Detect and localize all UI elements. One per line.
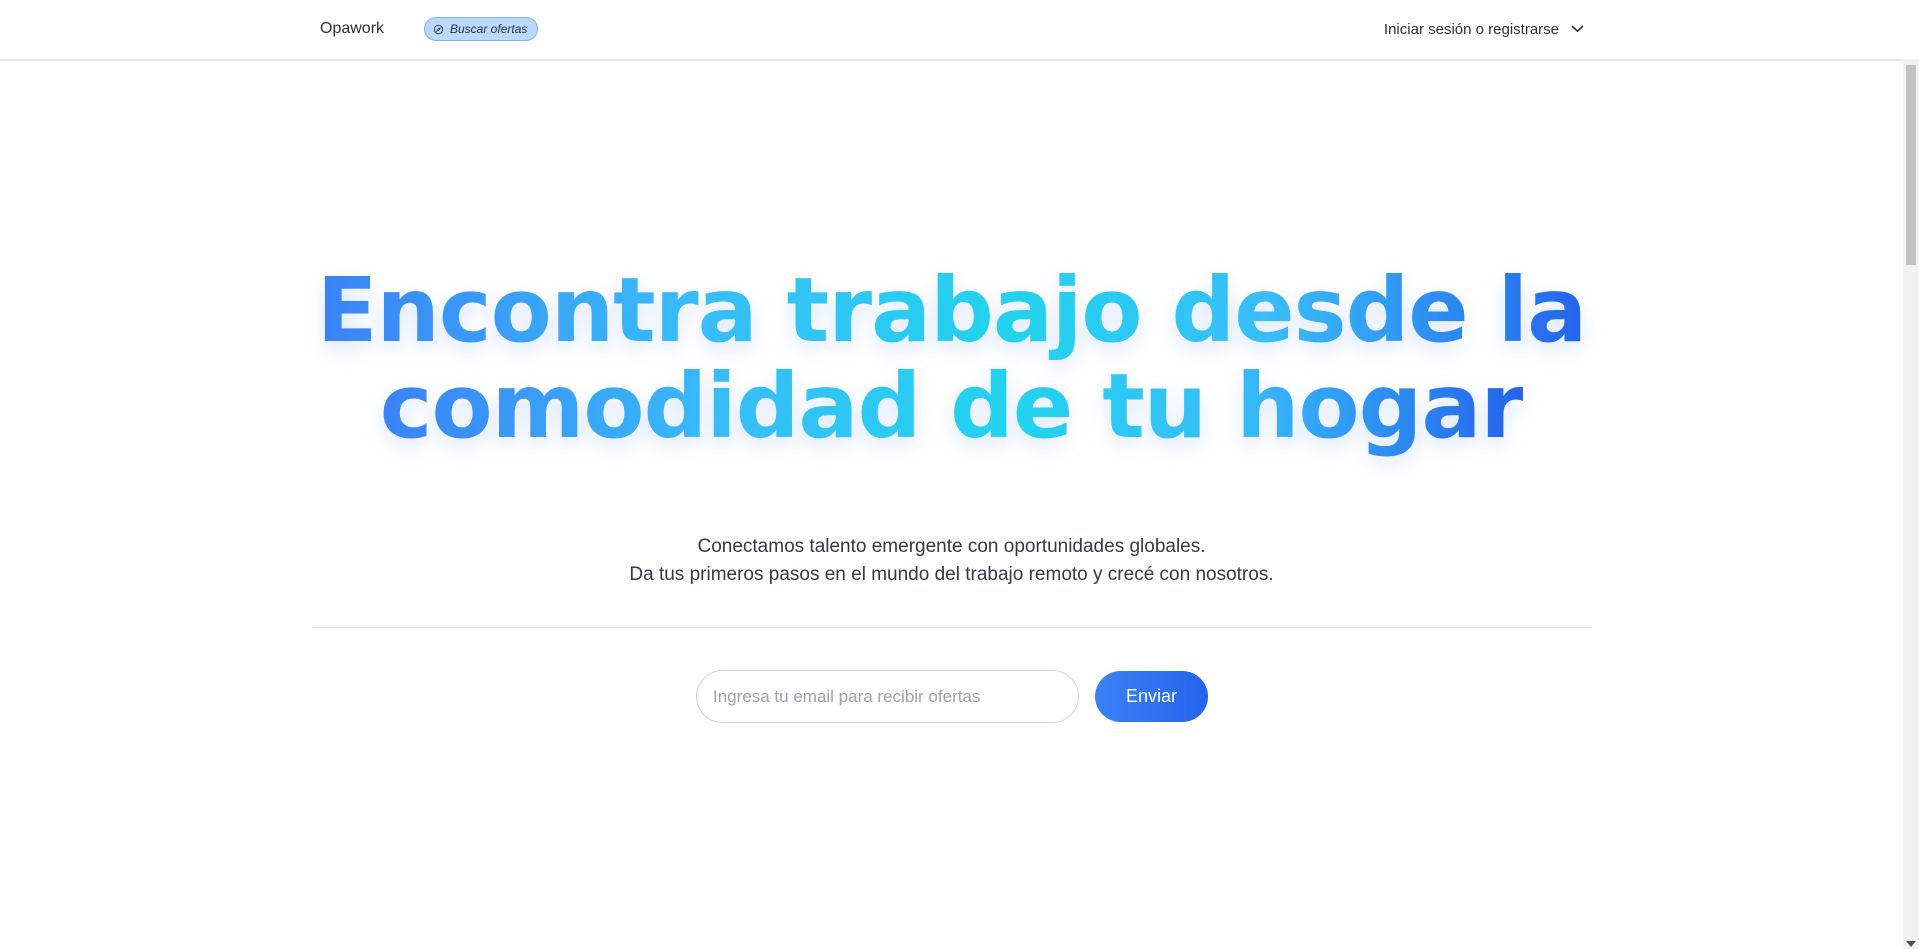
hero-subtitle-line-1: Conectamos talento emergente con oportun…: [697, 536, 1206, 557]
compass-icon: [433, 24, 444, 35]
hero-heading-line-1: Encontra trabajo desde la: [316, 258, 1587, 362]
hero-heading-line-2: comodidad de tu hogar: [379, 354, 1525, 458]
scroll-down-arrow-icon[interactable]: [1906, 941, 1916, 947]
search-offers-button[interactable]: Buscar ofertas: [424, 17, 539, 41]
top-navbar: Opawork Buscar ofertas Iniciar sesión o …: [0, 0, 1903, 61]
email-input[interactable]: [696, 670, 1079, 723]
brand-logo-text[interactable]: Opawork: [320, 20, 384, 38]
login-register-label: Iniciar sesión o registrarse: [1383, 20, 1559, 38]
login-register-menu[interactable]: Iniciar sesión o registrarse: [1384, 20, 1584, 38]
landing-page: Opawork Buscar ofertas Iniciar sesión o …: [0, 0, 1919, 949]
hero-heading: Encontra trabajo desde la comodidad de t…: [0, 262, 1903, 454]
hero-subtitle: Conectamos talento emergente con oportun…: [0, 533, 1903, 589]
section-divider: [312, 627, 1592, 628]
hero-subtitle-line-2: Da tus primeros pasos en el mundo del tr…: [629, 564, 1274, 585]
search-offers-label: Buscar ofertas: [450, 22, 528, 36]
send-button[interactable]: Enviar: [1095, 671, 1208, 722]
vertical-scrollbar[interactable]: [1903, 59, 1919, 949]
chevron-down-icon: [1571, 20, 1584, 38]
scrollbar-thumb[interactable]: [1906, 65, 1916, 265]
